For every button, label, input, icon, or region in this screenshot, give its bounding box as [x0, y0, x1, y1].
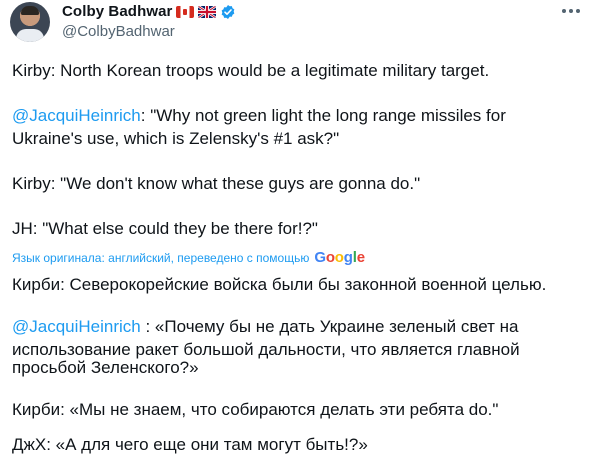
avatar[interactable]: [10, 2, 50, 42]
translation-notice[interactable]: Язык оригинала: английский, переведено с…: [12, 249, 365, 266]
author-display-name[interactable]: Colby Badhwar: [62, 3, 172, 20]
original-paragraph-2-line-2: Ukraine's use, which is Zelensky's #1 as…: [12, 129, 340, 148]
translation-notice-text: Язык оригинала: английский, переведено с…: [12, 250, 310, 265]
translated-paragraph-4: ДжХ: «А для чего еще они там могут быть!…: [12, 435, 368, 454]
uk-flag-icon: [198, 5, 217, 18]
tweet: Colby Badhwar @ColbyBadhwar Kirby: North…: [0, 0, 593, 462]
more-options-icon[interactable]: [562, 6, 584, 16]
verified-badge-icon: [220, 4, 236, 20]
translated-paragraph-2-text: : «Почему бы не дать Украине зеленый све…: [140, 317, 519, 336]
original-paragraph-4: JH: "What else could they be there for!?…: [12, 219, 318, 238]
google-logo-icon: Google: [314, 249, 365, 266]
canada-flag-icon: [176, 5, 195, 18]
original-paragraph-2-text: : "Why not green light the long range mi…: [140, 106, 506, 125]
translated-paragraph-3: Кирби: «Мы не знаем, что собираются дела…: [12, 400, 499, 419]
original-paragraph-2: @JacquiHeinrich: "Why not green light th…: [12, 104, 506, 127]
original-text-line-1: Kirby: North Korean troops would be a le…: [12, 61, 490, 80]
translated-paragraph-2: @JacquiHeinrich : «Почему бы не дать Укр…: [12, 315, 518, 338]
avatar-hair: [21, 6, 39, 15]
translated-mention-link[interactable]: @JacquiHeinrich: [12, 317, 141, 336]
mention-link[interactable]: @JacquiHeinrich: [12, 106, 141, 125]
author-handle[interactable]: @ColbyBadhwar: [62, 23, 175, 40]
original-paragraph-3: Kirby: "We don't know what these guys ar…: [12, 174, 421, 193]
author-name-row: Colby Badhwar: [62, 3, 236, 20]
avatar-shirt: [16, 29, 44, 42]
translated-paragraph-2-line-3: просьбой Зеленского?»: [12, 358, 199, 377]
translated-paragraph-1: Кирби: Северокорейские войска были бы за…: [12, 275, 547, 294]
